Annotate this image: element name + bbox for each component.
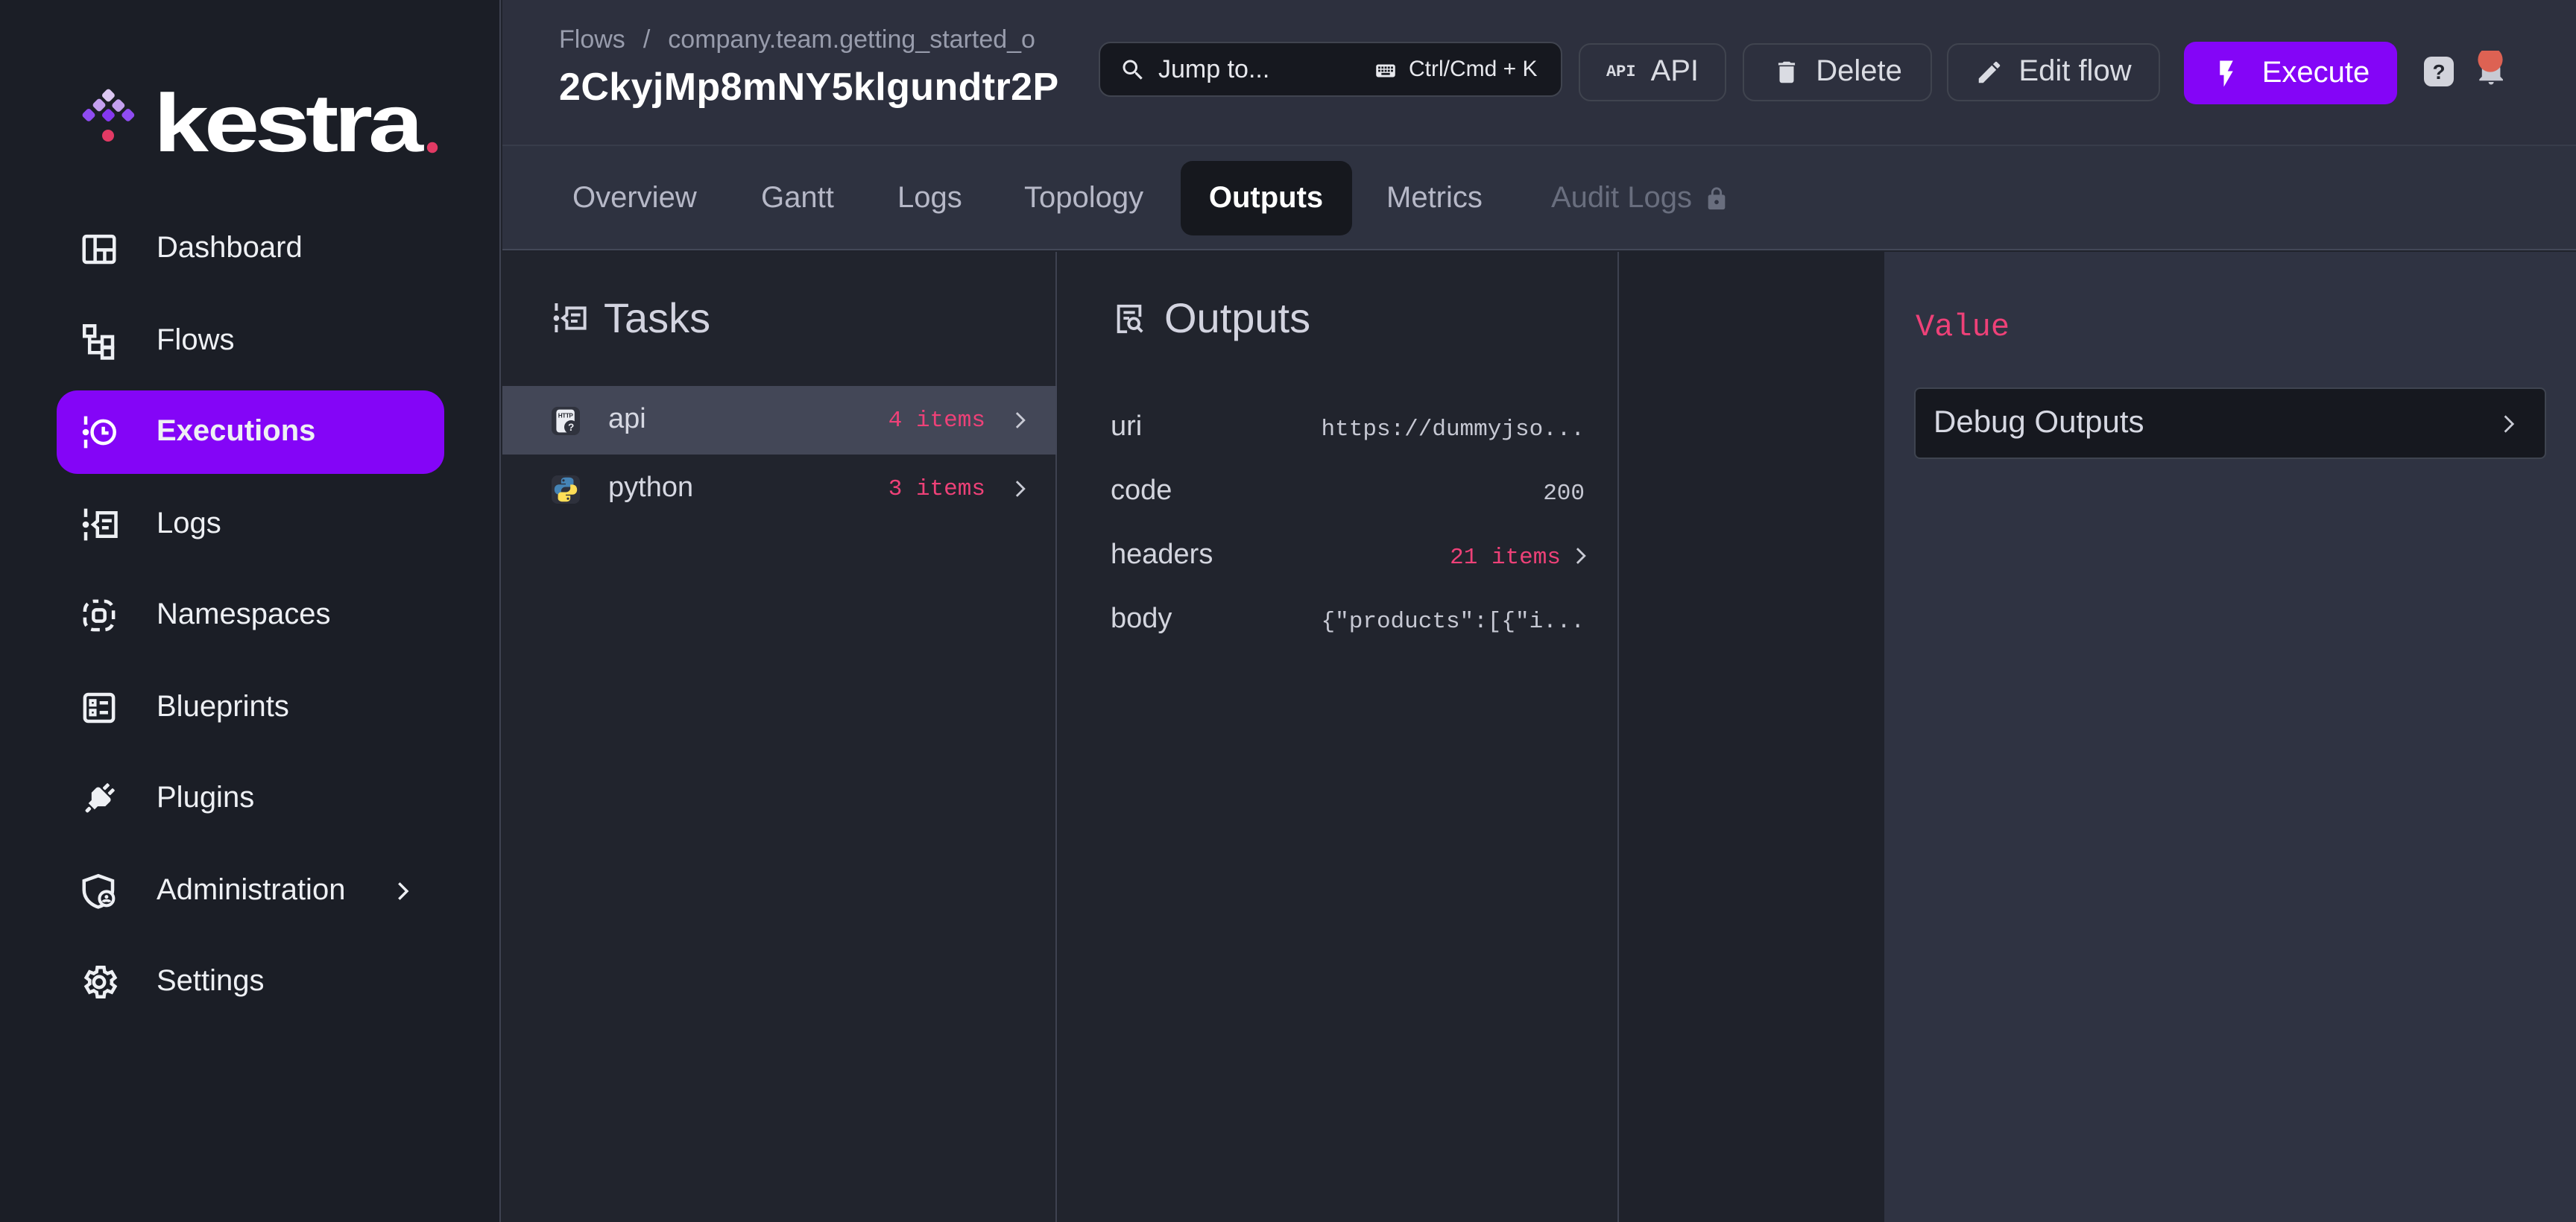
svg-text:HTTP: HTTP [558,412,574,419]
svg-text:?: ? [568,421,574,432]
svg-text:kestra: kestra [154,82,424,169]
